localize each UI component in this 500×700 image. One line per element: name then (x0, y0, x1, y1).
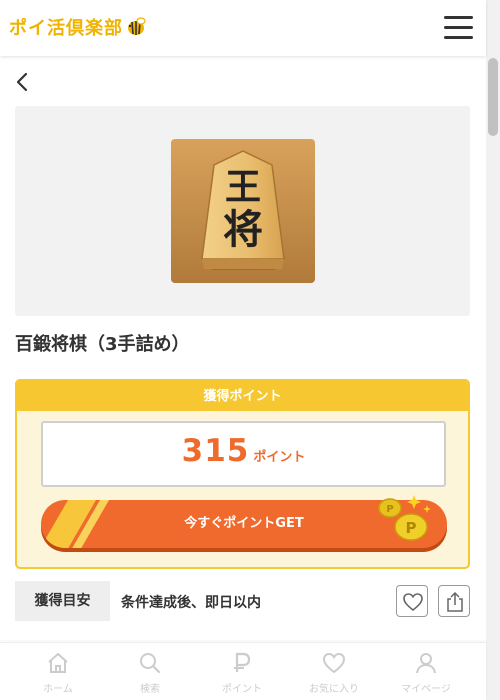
hamburger-menu-button[interactable] (442, 14, 474, 42)
estimate-value: 条件達成後、即日以内 (121, 595, 261, 611)
favorite-button[interactable] (396, 585, 428, 617)
shogi-king-piece-icon: 王 将 (171, 139, 315, 283)
nav-item-home[interactable]: ホーム (12, 643, 104, 700)
nav-item-search[interactable]: 検索 (104, 643, 196, 700)
user-icon (416, 653, 436, 674)
estimate-label: 獲得目安 (15, 581, 110, 621)
offer-title: 百鍛将棋（3手詰め） (15, 334, 190, 355)
app-header: ポイ活倶楽部 (0, 0, 486, 56)
share-button[interactable] (438, 585, 470, 617)
chevron-left-icon (16, 72, 28, 92)
bottom-navigation: ホーム 検索 ポイント お気に入り マイページ (0, 642, 486, 700)
site-logo-text: ポイ活倶楽部 (9, 18, 123, 39)
points-amount-box: 315 ポイント (41, 421, 446, 487)
search-icon (140, 653, 161, 674)
hamburger-icon (444, 16, 473, 19)
bee-icon (128, 17, 146, 35)
nav-item-points[interactable]: ポイント (196, 643, 288, 700)
svg-text:将: 将 (223, 206, 263, 253)
svg-text:王: 王 (225, 166, 261, 208)
points-value: 315 (181, 433, 250, 469)
nav-item-mypage[interactable]: マイページ (380, 643, 472, 700)
offer-detail-page: ポイ活倶楽部 王 将 百鍛将棋（3手詰め） 獲得ポイント 315 ポイント 今す… (0, 0, 500, 700)
heart-icon (322, 652, 346, 674)
nav-label: 検索 (140, 684, 160, 695)
nav-item-favorites[interactable]: お気に入り (288, 643, 380, 700)
points-card-header: 獲得ポイント (17, 381, 468, 411)
svg-text:P: P (386, 504, 393, 515)
home-icon (48, 652, 68, 673)
point-p-icon (234, 652, 251, 672)
nav-label: マイページ (401, 684, 451, 695)
scrollbar-thumb[interactable] (488, 58, 498, 136)
svg-text:P: P (406, 519, 417, 537)
nav-label: お気に入り (309, 684, 359, 695)
nav-label: ホーム (43, 684, 73, 695)
back-button[interactable] (12, 70, 34, 94)
site-logo[interactable]: ポイ活倶楽部 (9, 14, 147, 40)
heart-icon (403, 593, 423, 612)
points-unit: ポイント (253, 450, 306, 465)
nav-label: ポイント (222, 684, 262, 695)
coins-icon: P P (378, 495, 431, 541)
share-icon (447, 591, 463, 612)
